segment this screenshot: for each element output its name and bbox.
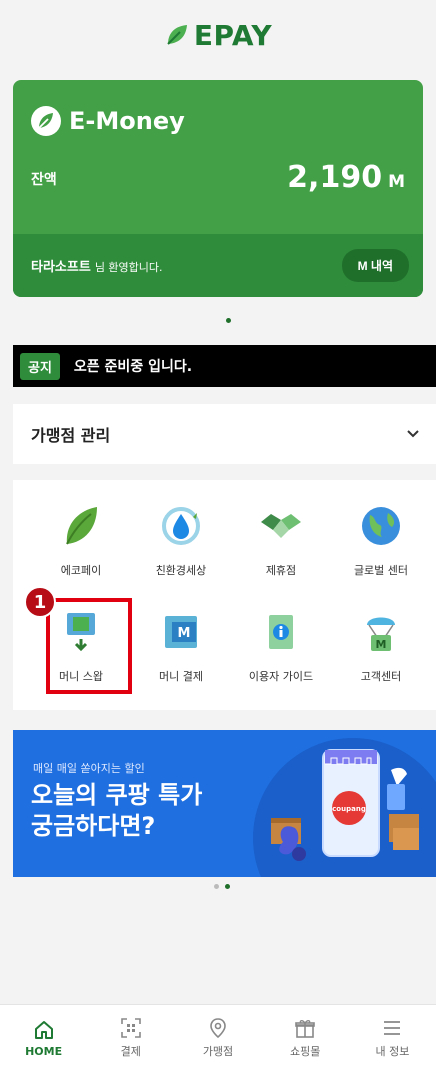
menu-item-ecopay[interactable]: 에코페이 [31, 504, 131, 578]
balance-label: 잔액 [31, 172, 57, 188]
step-badge: 1 [24, 586, 56, 618]
menu-label: 머니 결제 [159, 670, 203, 683]
epay-logo: EPAY [164, 19, 272, 52]
notice-bar[interactable]: 공지 오픈 준비중 입니다. [13, 345, 436, 387]
welcome-suffix: 님 환영합니다. [94, 261, 163, 274]
app-header: EPAY [0, 0, 436, 70]
bottom-navigation: HOME 결제 가맹점 쇼핑몰 내 정보 [0, 1004, 436, 1071]
money-payment-icon: M [159, 610, 203, 654]
emoney-title-text: E-Money [69, 107, 185, 135]
notice-badge: 공지 [20, 352, 60, 380]
balance-value: 2,190 [287, 160, 383, 195]
user-guide-icon [259, 610, 303, 654]
leaf-icon [167, 25, 187, 45]
menu-item-global-center[interactable]: 글로벌 센터 [331, 504, 431, 578]
svg-text:M: M [178, 626, 191, 641]
banner-pagination [214, 884, 230, 889]
banner-subtitle: 매일 매일 쏟아지는 할인 [33, 762, 145, 775]
menu-item-customer-center[interactable]: M 고객센터 [331, 610, 431, 684]
nav-payment[interactable]: 결제 [87, 1005, 174, 1071]
svg-text:M: M [376, 638, 387, 651]
nav-label: HOME [25, 1044, 63, 1058]
menu-label: 글로벌 센터 [353, 564, 409, 577]
chevron-down-icon[interactable] [406, 429, 420, 439]
banner-title: 오늘의 쿠팡 특가 궁금하다면? [31, 780, 202, 842]
welcome-message: 타라소프트 님 환영합니다. [31, 256, 163, 275]
menu-item-money-payment[interactable]: M 머니 결제 [131, 610, 231, 684]
balance-amount: 2,190 M [287, 160, 405, 195]
coupang-label: coupang [332, 805, 366, 813]
banner-title-line2: 궁금하다면? [31, 812, 156, 841]
emoney-card[interactable]: E-Money 잔액 2,190 M 타라소프트 님 환영합니다. M 내역 [13, 80, 423, 297]
m-history-button[interactable]: M 내역 [341, 249, 409, 282]
merchant-management-header[interactable]: 가맹점 관리 [13, 404, 436, 464]
welcome-bar: 타라소프트 님 환영합니다. M 내역 [13, 234, 423, 297]
customer-center-icon: M [359, 610, 403, 654]
water-drop-icon [159, 504, 203, 548]
globe-icon [359, 504, 403, 548]
pagination-dot[interactable] [214, 884, 219, 889]
nav-my-info[interactable]: 내 정보 [349, 1005, 436, 1071]
logo-text: EPAY [193, 18, 273, 52]
hamburger-menu-icon [384, 1021, 401, 1035]
nav-shopping-mall[interactable]: 쇼핑몰 [262, 1005, 349, 1071]
banner-title-line1: 오늘의 쿠팡 특가 [31, 781, 203, 809]
menu-label: 제휴점 [265, 564, 297, 577]
menu-item-partners[interactable]: 제휴점 [231, 504, 331, 578]
shopping-illustration: coupang [271, 749, 419, 861]
pagination-dot-active[interactable] [225, 884, 230, 889]
qr-scan-icon [120, 1018, 141, 1038]
nav-label: 내 정보 [375, 1045, 410, 1058]
merchant-management-title: 가맹점 관리 [31, 426, 111, 445]
location-pin-icon [210, 1018, 226, 1039]
home-icon [34, 1020, 53, 1039]
menu-label: 고객센터 [360, 670, 402, 683]
highlight-box [46, 598, 132, 694]
gift-icon [295, 1020, 316, 1038]
balance-unit: M [388, 172, 405, 192]
nav-label: 가맹점 [202, 1045, 234, 1058]
nav-home[interactable]: HOME [0, 1005, 87, 1071]
user-name: 타라소프트 [31, 260, 91, 275]
notice-text: 오픈 준비중 입니다. [73, 359, 193, 375]
nav-label: 결제 [120, 1045, 141, 1058]
handshake-icon [259, 504, 303, 548]
coupang-banner[interactable]: 매일 매일 쏟아지는 할인 오늘의 쿠팡 특가 궁금하다면? coupang [13, 730, 436, 877]
leaf-icon [59, 504, 103, 548]
emoney-leaf-icon [31, 106, 61, 136]
card-pagination-dot [226, 318, 231, 323]
nav-merchant[interactable]: 가맹점 [174, 1005, 261, 1071]
emoney-title: E-Money [31, 106, 405, 136]
menu-label: 친환경세상 [155, 564, 207, 577]
menu-item-user-guide[interactable]: 이용자 가이드 [231, 610, 331, 684]
menu-item-eco-world[interactable]: 친환경세상 [131, 504, 231, 578]
nav-label: 쇼핑몰 [290, 1045, 321, 1058]
menu-label: 에코페이 [60, 564, 102, 577]
menu-label: 이용자 가이드 [248, 670, 314, 683]
